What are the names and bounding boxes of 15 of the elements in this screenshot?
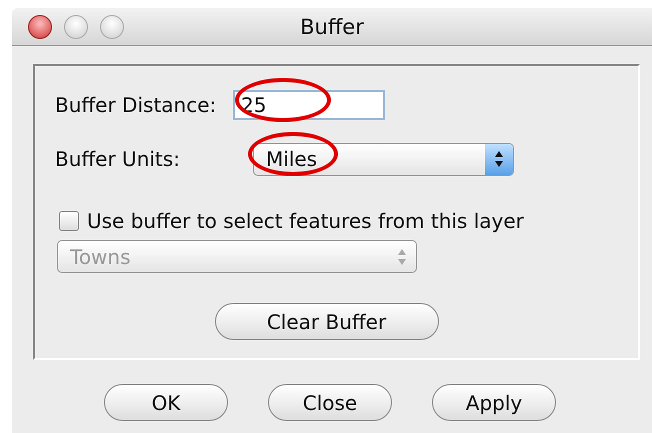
stepper-icon xyxy=(397,248,407,266)
zoom-icon[interactable] xyxy=(100,14,124,38)
clear-buffer-button[interactable]: Clear Buffer xyxy=(214,303,438,340)
close-icon[interactable] xyxy=(28,14,52,38)
units-dropdown[interactable]: Miles xyxy=(253,142,514,176)
window-title: Buffer xyxy=(300,15,364,39)
field-label: Buffer Units: xyxy=(55,146,181,173)
minimize-icon[interactable] xyxy=(64,14,88,38)
dialog-button[interactable]: Apply xyxy=(432,384,556,421)
checkbox-label: Use buffer to select features from this layer xyxy=(87,208,524,235)
field-label: Buffer Distance: xyxy=(55,92,218,119)
stepper-icon xyxy=(494,150,504,168)
dialog-button[interactable]: OK xyxy=(104,384,228,421)
checkbox[interactable] xyxy=(59,211,79,231)
dialog-button[interactable]: Close xyxy=(268,384,392,421)
